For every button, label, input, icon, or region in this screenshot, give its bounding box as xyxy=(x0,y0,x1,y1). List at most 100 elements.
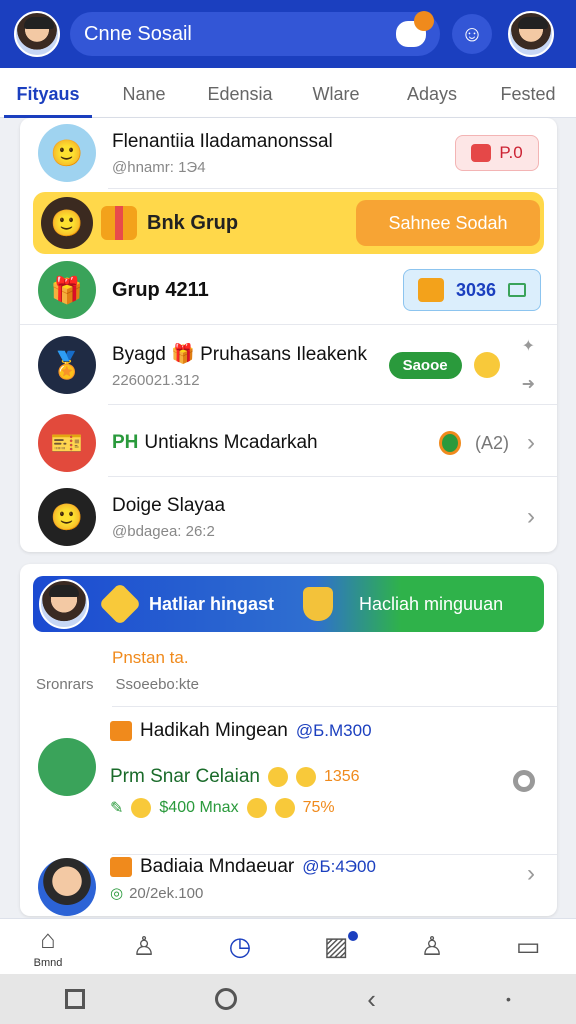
item-title: Byagd 🎁 Pruhasans Ileakenk xyxy=(112,343,367,365)
avatar: 🙂 xyxy=(38,488,96,546)
item-title: Doige Slayaa xyxy=(112,494,226,516)
clock-icon: ◷ xyxy=(228,931,252,961)
list-item[interactable]: 🏅 Byagd 🎁 Pruhasans Ileakenk 2260021.312… xyxy=(20,326,557,404)
list-item[interactable]: 🎫 PH Untiakns Mcadarkah (A2) › xyxy=(20,408,557,478)
search-bar[interactable]: Cnne Sosail xyxy=(70,11,440,56)
avatar xyxy=(39,579,89,629)
count: (A2) xyxy=(474,432,509,453)
count-badge[interactable]: 3036 xyxy=(403,269,541,311)
item-value: @Б:4Э00 xyxy=(302,857,376,876)
item-sub: @bdagea: 26:2 xyxy=(112,522,215,540)
tab-3[interactable]: Wlare xyxy=(288,68,384,118)
search-text: Cnne Sosail xyxy=(84,22,192,45)
tab-1[interactable]: Nane xyxy=(96,68,192,118)
highlight-item[interactable]: 🙂 Bnk Grup Sahnee Sodah xyxy=(33,192,544,254)
group-icon: 🎫 xyxy=(38,414,96,472)
tab-2[interactable]: Edensia xyxy=(192,68,288,118)
share-icon[interactable]: ➜ xyxy=(522,374,535,394)
nav-clock[interactable]: ◷ xyxy=(192,919,288,974)
user-avatar[interactable] xyxy=(14,11,60,57)
settings-icon[interactable] xyxy=(513,770,535,792)
group-icon: 🎁 xyxy=(38,261,96,319)
item-title: Grup 4211 xyxy=(112,278,209,301)
reward-line3: $400 Mnax xyxy=(159,799,239,816)
reward-value: @Б.М300 xyxy=(295,721,372,740)
tab-0[interactable]: Fityaus xyxy=(0,68,96,118)
emoji-icon xyxy=(473,352,500,378)
tab-bar: Fityaus Nane Edensia Wlare Adays Fested xyxy=(0,68,576,118)
more-icon[interactable]: • xyxy=(506,991,511,1007)
gift-icon xyxy=(471,144,492,162)
avatar: 🙂 xyxy=(38,124,96,182)
item-title: Bnk Grup xyxy=(147,211,239,234)
profile-avatar[interactable] xyxy=(508,11,554,57)
gift-icon xyxy=(417,278,444,302)
group-list-card: 🙂 Flenantiia Iladamanonssal @hnamr: 1Э4 … xyxy=(20,118,557,552)
home-icon: ⌂ xyxy=(40,924,56,954)
action-button[interactable]: Sahnee Sodah xyxy=(356,200,540,246)
chevron-right-icon[interactable]: › xyxy=(527,503,535,531)
nav-label: Bmnd xyxy=(33,957,63,969)
nav-account[interactable]: ♙ xyxy=(384,919,480,974)
home-button-icon[interactable] xyxy=(215,988,238,1010)
recents-icon[interactable] xyxy=(65,989,86,1009)
wallet-icon xyxy=(508,283,527,297)
rewards-card: Hatliar hingast Hacliah minguuan Pnstan … xyxy=(20,564,557,916)
item-prefix: PH xyxy=(112,432,139,453)
wallet-icon: ▭ xyxy=(515,931,541,961)
tab-4[interactable]: Adays xyxy=(384,68,480,118)
gift-icon xyxy=(110,857,132,877)
avatar: 🙂 xyxy=(41,197,93,249)
back-icon[interactable]: ‹ xyxy=(367,984,376,1015)
chevron-right-icon[interactable]: › xyxy=(527,860,535,888)
person-icon: ♙ xyxy=(132,931,156,961)
item-sub: 2260021.312 xyxy=(112,371,200,389)
profile-icon[interactable]: ☺ xyxy=(452,14,492,54)
section-title: Pnstan ta. xyxy=(112,648,189,667)
section-sub: Ssoeebo:kte xyxy=(115,676,199,693)
list-item[interactable]: 🙂 Doige Slayaa @bdagea: 26:2 › xyxy=(20,482,557,552)
reward-line2-val: 1356 xyxy=(323,768,360,785)
avatar xyxy=(38,858,96,916)
chevron-right-icon[interactable]: › xyxy=(527,429,535,457)
item-sub: 20/2ek.100 xyxy=(129,884,204,902)
top-app-bar: Cnne Sosail ☺ xyxy=(0,0,576,68)
badge-text: 3036 xyxy=(455,279,497,300)
section-label: Sronrars xyxy=(36,676,94,693)
list-item[interactable]: 🎁 Grup 4211 3036 xyxy=(20,258,557,322)
status-badge[interactable]: Saooe xyxy=(388,351,462,379)
chat-icon[interactable] xyxy=(396,11,434,47)
list-item[interactable]: 🙂 Flenantiia Iladamanonssal @hnamr: 1Э4 … xyxy=(20,118,557,188)
gift-icon xyxy=(101,206,137,240)
reward-badge[interactable]: P.0 xyxy=(455,135,539,171)
item-sub: @hnamr: 1Э4 xyxy=(112,158,206,176)
image-icon: ▨ xyxy=(323,931,349,961)
nav-image[interactable]: ▨ xyxy=(288,919,384,974)
reward-line2: Prm Snar Celaian xyxy=(110,766,260,787)
item-title: Badiaia Mndaeuar xyxy=(140,856,295,877)
pin-icon[interactable]: ✦ xyxy=(522,336,535,356)
star-icon xyxy=(98,582,142,626)
bottom-nav: ⌂ Bmnd ♙ ◷ ▨ ♙ ▭ xyxy=(0,918,576,974)
item-title: Flenantiia Iladamanonssal xyxy=(112,130,333,152)
nav-home[interactable]: ⌂ Bmnd xyxy=(0,919,96,974)
account-icon: ♙ xyxy=(420,931,444,961)
banner-right: Hacliah minguuan xyxy=(359,593,504,614)
group-icon xyxy=(38,738,96,796)
reward-title: Hadikah Mingean xyxy=(140,720,288,741)
tab-5[interactable]: Fested xyxy=(480,68,576,118)
nav-profile[interactable]: ♙ xyxy=(96,919,192,974)
tools-icon: ✎ xyxy=(110,800,124,817)
reward-item[interactable]: Hadikah Mingean @Б.М300 Prm Snar Celaian… xyxy=(20,714,557,838)
system-nav-bar: ‹ • xyxy=(0,974,576,1024)
item-title: Untiakns Mcadarkah xyxy=(144,432,318,453)
badge-text: P.0 xyxy=(499,143,523,162)
list-item[interactable]: Badiaia Mndaeuar @Б:4Э00 ◎ 20/2ek.100 › xyxy=(20,856,557,916)
banner-left: Hatliar hingast xyxy=(149,593,275,614)
gift-icon xyxy=(110,721,132,741)
reward-line3-val: 75% xyxy=(302,799,335,816)
group-icon: 🏅 xyxy=(38,336,96,394)
nav-wallet[interactable]: ▭ xyxy=(480,919,576,974)
reward-banner[interactable]: Hatliar hingast Hacliah minguuan xyxy=(33,576,544,632)
status-icon xyxy=(438,431,461,455)
